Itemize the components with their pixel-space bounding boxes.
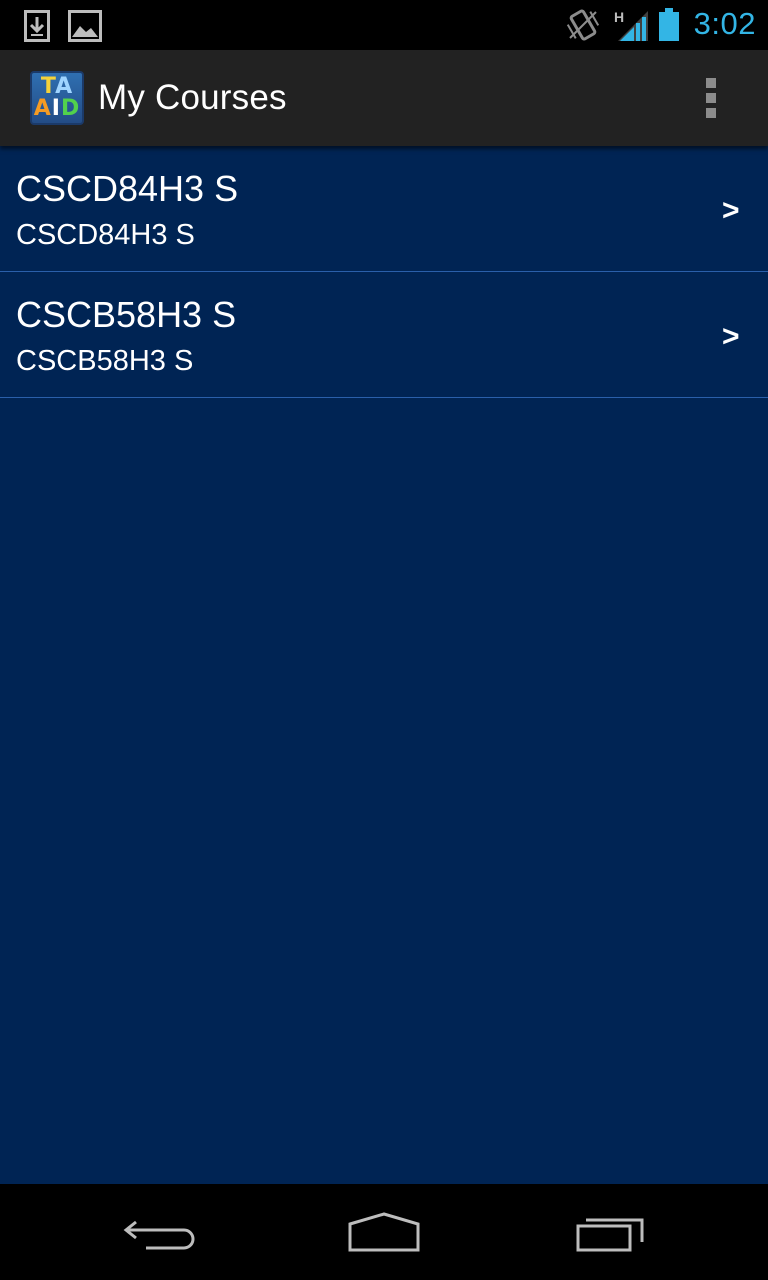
course-title: CSCD84H3 S <box>16 168 239 209</box>
course-title: CSCB58H3 S <box>16 294 237 335</box>
action-bar: TA AID My Courses <box>0 50 768 146</box>
chevron-right-icon: > <box>722 194 740 227</box>
course-list-item[interactable]: CSCD84H3 S CSCD84H3 S > <box>0 146 768 272</box>
recent-apps-icon[interactable] <box>550 1200 670 1264</box>
navigation-bar <box>0 1184 768 1280</box>
image-notification-icon <box>68 10 102 47</box>
overflow-menu-icon[interactable] <box>696 76 728 120</box>
status-bar: H 3:02 <box>0 0 768 50</box>
vibrate-icon <box>566 8 600 47</box>
download-notification-icon <box>24 10 50 47</box>
page-title: My Courses <box>98 78 287 117</box>
network-type-label: H <box>614 9 624 25</box>
clock: 3:02 <box>693 6 756 41</box>
chevron-right-icon: > <box>722 320 740 353</box>
course-list: CSCD84H3 S CSCD84H3 S > CSCB58H3 S CSCB5… <box>0 146 768 1184</box>
battery-icon <box>658 8 680 47</box>
app-logo-icon[interactable]: TA AID <box>30 71 84 125</box>
course-subtitle: CSCB58H3 S <box>16 345 194 377</box>
course-subtitle: CSCD84H3 S <box>16 219 195 251</box>
home-icon[interactable] <box>324 1200 444 1264</box>
back-icon[interactable] <box>100 1200 220 1264</box>
signal-icon: H <box>614 8 650 47</box>
course-list-item[interactable]: CSCB58H3 S CSCB58H3 S > <box>0 272 768 398</box>
screen: H 3:02 TA AID My Courses CSCD84H3 S CSCD… <box>0 0 768 1280</box>
